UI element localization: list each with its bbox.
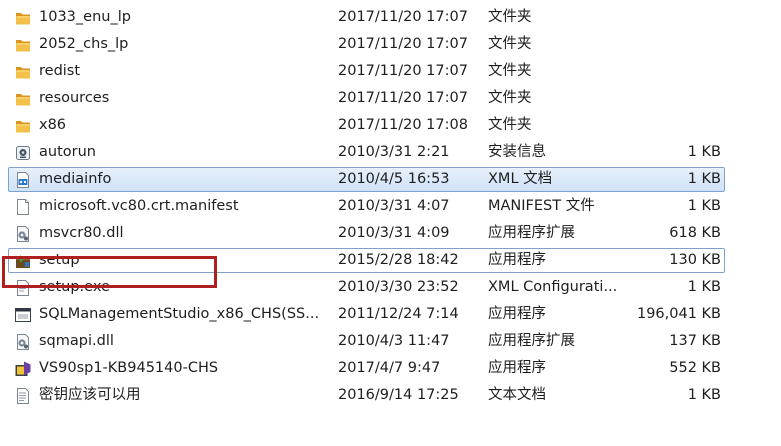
file-name: msvcr80.dll bbox=[39, 225, 124, 241]
file-date-modified: 2017/11/20 17:07 bbox=[338, 9, 468, 25]
file-size: 552 KB bbox=[669, 360, 721, 376]
file-size: 196,041 KB bbox=[636, 306, 721, 322]
vs-installer-icon bbox=[14, 360, 32, 378]
folder-icon bbox=[14, 36, 32, 54]
file-name: x86 bbox=[39, 117, 67, 133]
folder-icon bbox=[14, 90, 32, 108]
file-size: 130 KB bbox=[669, 252, 721, 268]
file-size: 1 KB bbox=[687, 279, 721, 295]
dll-file-icon bbox=[14, 225, 32, 243]
file-size: 1 KB bbox=[687, 171, 721, 187]
file-name: setup.exe bbox=[39, 279, 110, 295]
file-row[interactable]: msvcr80.dll 2010/3/31 4:09 应用程序扩展 618 KB bbox=[8, 221, 725, 246]
file-name: VS90sp1-KB945140-CHS bbox=[39, 360, 219, 376]
file-list: 1033_enu_lp 2017/11/20 17:07 文件夹 2052_chs_l… bbox=[0, 0, 781, 446]
application-icon bbox=[14, 306, 32, 324]
xml-document-icon bbox=[14, 171, 32, 189]
file-date-modified: 2010/3/31 4:09 bbox=[338, 225, 450, 241]
blank-file-icon bbox=[14, 198, 32, 216]
file-type: 应用程序扩展 bbox=[488, 333, 575, 349]
file-type: MANIFEST 文件 bbox=[488, 198, 595, 214]
file-row[interactable]: x86 2017/11/20 17:08 文件夹 bbox=[8, 113, 725, 138]
file-name: SQLManagementStudio_x86_CHS(SS... bbox=[39, 306, 320, 322]
dll-file-icon bbox=[14, 333, 32, 351]
file-type: 文件夹 bbox=[488, 90, 532, 106]
file-type: 文本文档 bbox=[488, 387, 546, 403]
config-file-icon bbox=[14, 279, 32, 297]
file-row[interactable]: SQLManagementStudio_x86_CHS(SS... 2011/12… bbox=[8, 302, 725, 327]
file-type: XML Configurati... bbox=[488, 279, 618, 295]
file-name: setup bbox=[39, 252, 80, 268]
file-date-modified: 2010/3/31 2:21 bbox=[338, 144, 450, 160]
file-row[interactable]: autorun 2010/3/31 2:21 安装信息 1 KB bbox=[8, 140, 725, 165]
file-type: 应用程序 bbox=[488, 252, 546, 268]
file-row[interactable]: 2052_chs_lp 2017/11/20 17:07 文件夹 bbox=[8, 32, 725, 57]
file-size: 1 KB bbox=[687, 144, 721, 160]
file-row[interactable]: 1033_enu_lp 2017/11/20 17:07 文件夹 bbox=[8, 5, 725, 30]
file-date-modified: 2011/12/24 7:14 bbox=[338, 306, 459, 322]
file-type: 应用程序 bbox=[488, 360, 546, 376]
file-type: 文件夹 bbox=[488, 9, 532, 25]
setup-info-icon bbox=[14, 144, 32, 162]
file-name: 1033_enu_lp bbox=[39, 9, 131, 25]
file-row[interactable]: microsoft.vc80.crt.manifest 2010/3/31 4:0… bbox=[8, 194, 725, 219]
file-type: XML 文档 bbox=[488, 171, 553, 187]
file-type: 文件夹 bbox=[488, 36, 532, 52]
file-size bbox=[629, 6, 721, 29]
file-date-modified: 2017/11/20 17:07 bbox=[338, 36, 468, 52]
file-name: autorun bbox=[39, 144, 96, 160]
file-row[interactable]: 密钥应该可以用 2016/9/14 17:25 文本文档 1 KB bbox=[8, 383, 725, 408]
file-date-modified: 2010/3/31 4:07 bbox=[338, 198, 450, 214]
file-size bbox=[629, 87, 721, 110]
file-name: 2052_chs_lp bbox=[39, 36, 129, 52]
file-name: microsoft.vc80.crt.manifest bbox=[39, 198, 239, 214]
file-name: 密钥应该可以用 bbox=[39, 387, 141, 403]
installer-icon bbox=[14, 252, 32, 270]
file-size: 618 KB bbox=[669, 225, 721, 241]
file-row[interactable]: resources 2017/11/20 17:07 文件夹 bbox=[8, 86, 725, 111]
file-date-modified: 2016/9/14 17:25 bbox=[338, 387, 459, 403]
file-date-modified: 2017/11/20 17:07 bbox=[338, 63, 468, 79]
file-row[interactable]: redist 2017/11/20 17:07 文件夹 bbox=[8, 59, 725, 84]
folder-icon bbox=[14, 117, 32, 135]
file-date-modified: 2017/4/7 9:47 bbox=[338, 360, 441, 376]
file-row[interactable]: setup 2015/2/28 18:42 应用程序 130 KB bbox=[8, 248, 725, 273]
file-size: 1 KB bbox=[687, 387, 721, 403]
file-date-modified: 2017/11/20 17:07 bbox=[338, 90, 468, 106]
file-date-modified: 2015/2/28 18:42 bbox=[338, 252, 459, 268]
file-size bbox=[629, 114, 721, 137]
text-file-icon bbox=[14, 387, 32, 405]
file-type: 文件夹 bbox=[488, 63, 532, 79]
file-type: 安装信息 bbox=[488, 144, 546, 160]
folder-icon bbox=[14, 9, 32, 27]
file-date-modified: 2010/4/5 16:53 bbox=[338, 171, 450, 187]
file-row[interactable]: mediainfo 2010/4/5 16:53 XML 文档 1 KB bbox=[8, 167, 725, 192]
file-name: mediainfo bbox=[39, 171, 112, 187]
file-size bbox=[629, 60, 721, 83]
folder-icon bbox=[14, 63, 32, 81]
file-name: resources bbox=[39, 90, 110, 106]
file-size: 1 KB bbox=[687, 198, 721, 214]
file-type: 应用程序扩展 bbox=[488, 225, 575, 241]
file-date-modified: 2017/11/20 17:08 bbox=[338, 117, 468, 133]
file-size bbox=[629, 33, 721, 56]
file-row[interactable]: sqmapi.dll 2010/4/3 11:47 应用程序扩展 137 KB bbox=[8, 329, 725, 354]
file-name: redist bbox=[39, 63, 81, 79]
file-date-modified: 2010/3/30 23:52 bbox=[338, 279, 459, 295]
file-type: 应用程序 bbox=[488, 306, 546, 322]
file-date-modified: 2010/4/3 11:47 bbox=[338, 333, 450, 349]
file-row[interactable]: VS90sp1-KB945140-CHS 2017/4/7 9:47 应用程序 552… bbox=[8, 356, 725, 381]
file-type: 文件夹 bbox=[488, 117, 532, 133]
file-size: 137 KB bbox=[669, 333, 721, 349]
file-row[interactable]: setup.exe 2010/3/30 23:52 XML Configurati.… bbox=[8, 275, 725, 300]
file-name: sqmapi.dll bbox=[39, 333, 114, 349]
